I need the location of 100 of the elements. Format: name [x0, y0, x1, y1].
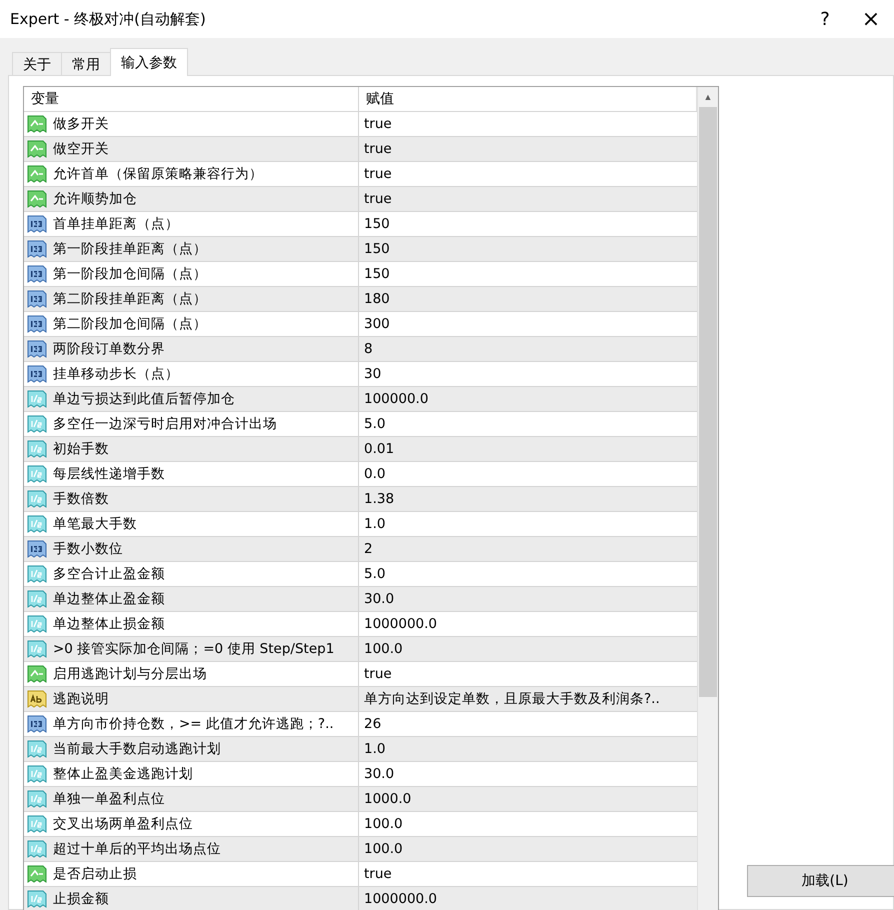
help-button[interactable]: ? [802, 0, 848, 38]
variable-name: 多空任一边深亏时启用对冲合计出场 [53, 415, 277, 433]
parameter-value[interactable]: 100.0 [364, 841, 403, 857]
variable-name: 两阶段订单数分界 [53, 340, 165, 358]
variable-name: 多空合计止盈金额 [53, 565, 165, 583]
window-title: Expert - 终极对冲(自动解套) [9, 10, 207, 28]
variable-name: 当前最大手数启动逃跑计划 [53, 740, 221, 758]
text-icon [27, 690, 47, 708]
variable-name: >0 接管实际加仓间隔；=0 使用 Step/Step1 [53, 640, 334, 658]
close-button[interactable]: × [848, 0, 894, 38]
variable-name: 是否启动止损 [53, 865, 137, 883]
variable-name: 交叉出场两单盈利点位 [53, 815, 193, 833]
variable-name: 单笔最大手数 [53, 515, 137, 533]
fraction-icon [27, 890, 47, 908]
parameter-value[interactable]: true [364, 116, 392, 132]
toggle-icon [27, 115, 47, 133]
fraction-icon [27, 765, 47, 783]
tab[interactable]: 关于 [12, 52, 62, 76]
toggle-icon [27, 190, 47, 208]
tab[interactable]: 输入参数 [110, 48, 188, 76]
parameter-value[interactable]: true [364, 666, 392, 682]
parameter-value[interactable]: 1.38 [364, 491, 394, 507]
fraction-icon [27, 590, 47, 608]
parameter-value[interactable]: true [364, 141, 392, 157]
variable-name: 启用逃跑计划与分层出场 [53, 665, 207, 683]
number-icon [27, 290, 47, 308]
variable-name: 单边亏损达到此值后暂停加仓 [53, 390, 235, 408]
parameter-value[interactable]: 30.0 [364, 591, 394, 607]
variable-name: 允许首单（保留原策略兼容行为） [53, 165, 263, 183]
number-icon [27, 240, 47, 258]
fraction-icon [27, 790, 47, 808]
toggle-icon [27, 165, 47, 183]
fraction-icon [27, 415, 47, 433]
number-icon [27, 715, 47, 733]
fraction-icon [27, 815, 47, 833]
scrollbar[interactable]: ▲ [697, 87, 718, 910]
variable-name: 初始手数 [53, 440, 109, 458]
fraction-icon [27, 440, 47, 458]
parameter-value[interactable]: 1.0 [364, 741, 386, 757]
parameter-value[interactable]: 0.01 [364, 441, 394, 457]
number-icon [27, 365, 47, 383]
toggle-icon [27, 665, 47, 683]
variable-name: 单边整体止盈金额 [53, 590, 165, 608]
fraction-icon [27, 515, 47, 533]
parameter-value[interactable]: 2 [364, 541, 373, 557]
number-icon [27, 340, 47, 358]
fraction-icon [27, 615, 47, 633]
variable-name: 超过十单后的平均出场点位 [53, 840, 221, 858]
parameter-value[interactable]: 1.0 [364, 516, 386, 532]
variable-name: 单边整体止损金额 [53, 615, 165, 633]
variable-name: 第二阶段加仓间隔（点） [53, 315, 207, 333]
parameter-value[interactable]: true [364, 866, 392, 882]
parameter-value[interactable]: 5.0 [364, 416, 386, 432]
parameter-value[interactable]: 150 [364, 216, 390, 232]
parameter-value[interactable]: 30.0 [364, 766, 394, 782]
parameter-value[interactable]: true [364, 166, 392, 182]
variable-name: 做多开关 [53, 115, 109, 133]
variable-name: 首单挂单距离（点） [53, 215, 179, 233]
variable-name: 第一阶段加仓间隔（点） [53, 265, 207, 283]
parameter-value[interactable]: 1000000.0 [364, 616, 438, 632]
number-icon [27, 265, 47, 283]
fraction-icon [27, 640, 47, 658]
variable-name: 手数小数位 [53, 540, 123, 558]
parameter-value[interactable]: 100.0 [364, 641, 403, 657]
toggle-icon [27, 865, 47, 883]
fraction-icon [27, 390, 47, 408]
parameter-value[interactable]: 300 [364, 316, 390, 332]
fraction-icon [27, 490, 47, 508]
number-icon [27, 315, 47, 333]
number-icon [27, 540, 47, 558]
number-icon [27, 215, 47, 233]
variable-name: 止损金额 [53, 890, 109, 908]
parameter-value[interactable]: 180 [364, 291, 390, 307]
parameter-value[interactable]: 150 [364, 266, 390, 282]
parameter-value[interactable]: 0.0 [364, 466, 386, 482]
parameter-value[interactable]: 8 [364, 341, 373, 357]
parameter-value[interactable]: true [364, 191, 392, 207]
parameter-value[interactable]: 5.0 [364, 566, 386, 582]
variable-name: 手数倍数 [53, 490, 109, 508]
toggle-icon [27, 140, 47, 158]
variable-name: 挂单移动步长（点） [53, 365, 179, 383]
parameter-value[interactable]: 100.0 [364, 816, 403, 832]
fraction-icon [27, 565, 47, 583]
parameter-value[interactable]: 30 [364, 366, 382, 382]
variable-name: 每层线性递增手数 [53, 465, 165, 483]
parameter-value[interactable]: 1000.0 [364, 791, 412, 807]
parameter-value[interactable]: 1000000.0 [364, 891, 438, 907]
variable-name: 单方向市价持仓数，>= 此值才允许逃跑；?.. [53, 715, 334, 733]
variable-name: 单独一单盈利点位 [53, 790, 165, 808]
parameter-value[interactable]: 100000.0 [364, 391, 428, 407]
parameter-value[interactable]: 26 [364, 716, 382, 732]
variable-name: 做空开关 [53, 140, 109, 158]
variable-name: 逃跑说明 [53, 690, 109, 708]
parameter-value[interactable]: 150 [364, 241, 390, 257]
load-button[interactable]: 加载(L) [747, 865, 894, 897]
fraction-icon [27, 465, 47, 483]
fraction-icon [27, 840, 47, 858]
parameter-value[interactable]: 单方向达到设定单数，且原最大手数及利润条?.. [364, 690, 660, 708]
variable-name: 允许顺势加仓 [53, 190, 137, 208]
variable-name: 第一阶段挂单距离（点） [53, 240, 207, 258]
